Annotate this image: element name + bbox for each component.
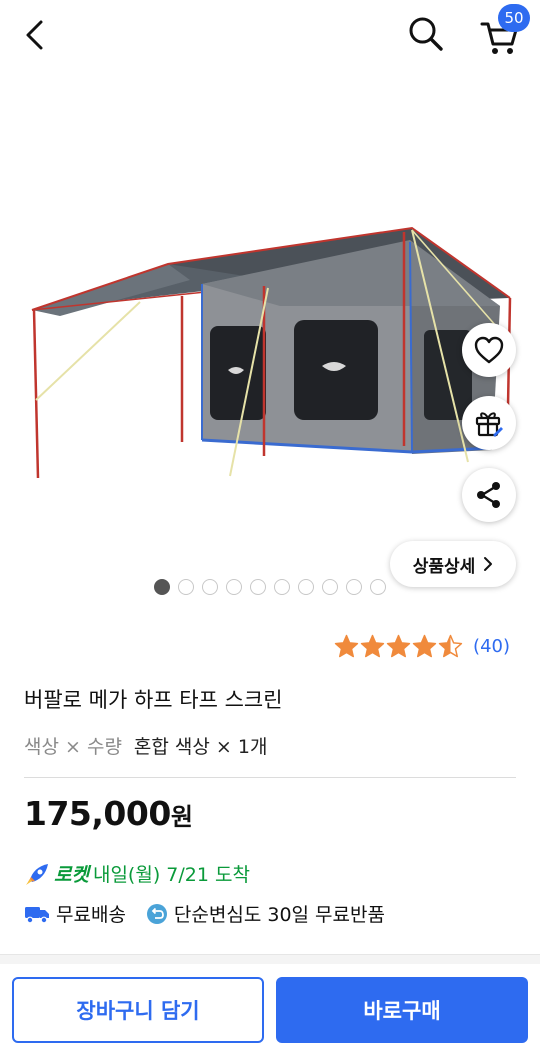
rocket-delivery: 로켓 내일(월) 7/21 도착 bbox=[24, 860, 250, 887]
gallery-dot[interactable] bbox=[202, 579, 218, 595]
gallery-dot[interactable] bbox=[226, 579, 242, 595]
gallery-dot[interactable] bbox=[370, 579, 386, 595]
rocket-arrival-text: 내일(월) 7/21 도착 bbox=[92, 864, 250, 886]
free-shipping-text: 무료배송 bbox=[56, 904, 126, 926]
rating-summary[interactable]: (40) bbox=[334, 632, 510, 660]
chevron-right-icon bbox=[484, 557, 493, 571]
return-icon bbox=[146, 903, 167, 924]
product-title: 버팔로 메가 하프 타프 스크린 bbox=[24, 688, 283, 712]
price: 175,000 원 bbox=[24, 794, 193, 833]
price-unit: 원 bbox=[170, 803, 193, 831]
gallery-dot[interactable] bbox=[322, 579, 338, 595]
gallery-dot[interactable] bbox=[298, 579, 314, 595]
back-arrow-icon bbox=[26, 20, 43, 50]
gallery-dot[interactable] bbox=[346, 579, 362, 595]
free-return-text: 단순변심도 30일 무료반품 bbox=[173, 904, 385, 926]
star-rating bbox=[334, 634, 463, 659]
back-button[interactable] bbox=[14, 14, 56, 56]
price-amount: 175,000 bbox=[24, 794, 171, 833]
option-label: 색상 × 수량 bbox=[24, 736, 122, 758]
rocket-brand: 로켓 bbox=[54, 864, 89, 886]
heart-icon bbox=[474, 336, 504, 364]
product-detail-button[interactable]: 상품상세 bbox=[390, 541, 516, 587]
add-to-cart-button[interactable]: 장바구니 담기 bbox=[12, 977, 264, 1043]
star-icon bbox=[334, 634, 359, 657]
gallery-dot[interactable] bbox=[178, 579, 194, 595]
option-value: 혼합 색상 × 1개 bbox=[133, 736, 268, 758]
tent-image bbox=[31, 226, 512, 479]
star-icon bbox=[386, 634, 411, 657]
divider bbox=[24, 777, 516, 778]
gallery-dot[interactable] bbox=[250, 579, 266, 595]
product-image[interactable] bbox=[0, 70, 540, 600]
star-icon bbox=[438, 634, 463, 657]
shipping-info: 무료배송 단순변심도 30일 무료반품 bbox=[24, 900, 385, 927]
bottom-separator bbox=[0, 954, 540, 964]
buy-now-button[interactable]: 바로구매 bbox=[276, 977, 528, 1043]
gift-icon bbox=[475, 412, 503, 437]
gift-button[interactable] bbox=[462, 396, 516, 450]
search-icon bbox=[409, 17, 443, 51]
search-button[interactable] bbox=[404, 12, 448, 56]
wishlist-button[interactable] bbox=[462, 323, 516, 377]
share-button[interactable] bbox=[462, 468, 516, 522]
share-icon bbox=[477, 482, 500, 508]
product-detail-label: 상품상세 bbox=[412, 556, 476, 577]
star-icon bbox=[412, 634, 437, 657]
truck-icon bbox=[25, 906, 49, 923]
rocket-icon bbox=[26, 863, 48, 885]
gallery-pagination[interactable] bbox=[154, 579, 386, 595]
top-bar: 50 bbox=[0, 0, 540, 70]
option-row: 색상 × 수량 혼합 색상 × 1개 bbox=[24, 732, 267, 759]
star-icon bbox=[360, 634, 385, 657]
cart-count-badge: 50 bbox=[498, 4, 530, 32]
gallery-dot[interactable] bbox=[274, 579, 290, 595]
bottom-action-bar: 장바구니 담기 바로구매 bbox=[0, 964, 540, 1056]
gallery-dot[interactable] bbox=[154, 579, 170, 595]
review-count[interactable]: (40) bbox=[473, 636, 510, 657]
